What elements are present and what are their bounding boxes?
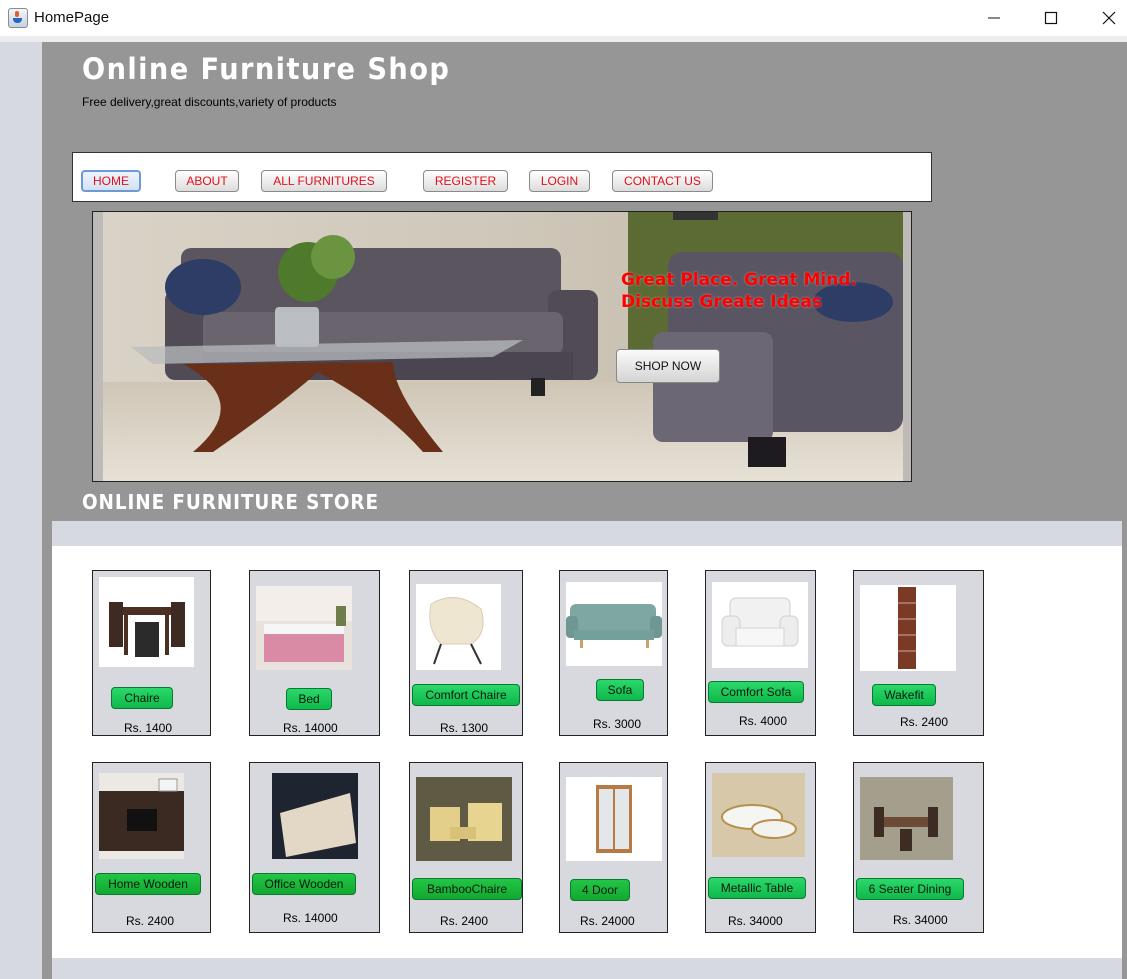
product-image-sofa [566,582,662,666]
product-card-4-door: 4 Door Rs. 24000 [559,762,668,933]
product-button-sofa[interactable]: Sofa [596,679,644,701]
product-image-4-door [566,777,662,861]
product-button-comfort-sofa[interactable]: Comfort Sofa [708,681,804,703]
armchair-icon [721,597,799,647]
product-price-comfort-chaire: Rs. 1300 [440,721,489,735]
product-image-comfort-sofa [712,582,808,668]
product-card-sofa: Sofa Rs. 3000 [559,570,668,736]
nav-login-button[interactable]: LOGIN [529,170,590,192]
shop-title: Online Furniture Shop [82,52,451,86]
sofa-icon [566,604,662,648]
dining-chairs-icon [109,602,185,657]
product-button-office-wooden[interactable]: Office Wooden [252,873,356,895]
close-icon [1102,11,1116,25]
product-price-bamboochaire: Rs. 2400 [440,914,489,928]
banner-line-2: Discuss Greate Ideas [621,292,822,312]
product-price-6-seater-dining: Rs. 34000 [893,913,948,927]
java-app-icon [8,8,28,28]
product-image-metallic-table [712,773,805,857]
product-price-office-wooden: Rs. 14000 [283,911,338,925]
nav-home-button[interactable]: HOME [81,170,141,192]
tv-unit-icon [99,778,184,851]
banner-headline: Great Place. Great Mind. Discuss Greate … [621,269,857,313]
nav-about-button[interactable]: ABOUT [175,170,239,192]
store-heading: ONLINE FURNITURE STORE [82,490,379,514]
product-price-sofa: Rs. 3000 [593,717,642,731]
nav-all-furnitures-button[interactable]: ALL FURNITURES [261,170,387,192]
product-image-bed [256,586,352,670]
product-card-bed: Bed Rs. 14000 [249,570,380,736]
maximize-icon [1044,11,1058,25]
living-room-image [93,212,911,481]
nav-contact-us-button[interactable]: CONTACT US [612,170,713,192]
product-card-metallic-table: Metallic Table Rs. 34000 [705,762,816,933]
nav-bar: HOME ABOUT ALL FURNITURES REGISTER LOGIN… [72,152,932,202]
product-button-4-door[interactable]: 4 Door [570,879,630,901]
product-price-bed: Rs. 14000 [283,721,338,735]
bookshelf-icon [898,587,916,669]
product-image-home-wooden [99,773,184,859]
product-button-wakefit[interactable]: Wakefit [872,684,936,706]
product-card-home-wooden: Home Wooden Rs. 2400 [92,762,211,933]
product-card-comfort-sofa: Comfort Sofa Rs. 4000 [705,570,816,736]
product-button-comfort-chaire[interactable]: Comfort Chaire [412,684,520,706]
product-image-bamboochaire [416,777,512,861]
window-titlebar: HomePage [0,0,1127,36]
nav-register-button[interactable]: REGISTER [423,170,508,192]
wardrobe-icon [596,785,632,853]
product-button-home-wooden[interactable]: Home Wooden [95,873,201,895]
conference-table-icon [280,793,356,857]
product-button-6-seater-dining[interactable]: 6 Seater Dining [856,878,964,900]
shop-subtitle: Free delivery,great discounts,variety of… [82,95,337,109]
product-card-office-wooden: Office Wooden Rs. 14000 [249,762,380,933]
product-price-4-door: Rs. 24000 [580,914,635,928]
hero-banner: Great Place. Great Mind. Discuss Greate … [92,211,912,482]
minimize-icon [988,17,1000,19]
product-price-metallic-table: Rs. 34000 [728,914,783,928]
window-title: HomePage [34,9,110,26]
close-button[interactable] [1080,0,1127,36]
product-card-comfort-chaire: Comfort Chaire Rs. 1300 [409,570,523,736]
product-price-comfort-sofa: Rs. 4000 [739,714,788,728]
product-button-chaire[interactable]: Chaire [111,687,173,709]
product-price-wakefit: Rs. 2400 [900,715,949,729]
shop-now-button[interactable]: SHOP NOW [616,349,720,383]
product-button-metallic-table[interactable]: Metallic Table [708,877,806,899]
product-card-bamboochaire: BambooChaire Rs. 2400 [409,762,523,933]
bamboo-furniture-icon [430,803,502,841]
bed-icon [256,586,352,662]
banner-line-1: Great Place. Great Mind. [621,270,857,290]
product-image-comfort-chaire [416,584,501,670]
minimize-button[interactable] [965,0,1023,36]
product-image-chaire [99,577,194,667]
product-card-wakefit: Wakefit Rs. 2400 [853,570,984,736]
product-image-office-wooden [272,773,358,859]
product-price-home-wooden: Rs. 2400 [126,914,175,928]
maximize-button[interactable] [1022,0,1080,36]
left-gutter [0,42,42,979]
product-button-bamboochaire[interactable]: BambooChaire [412,878,522,900]
product-image-6-seater-dining [860,777,953,860]
product-button-bed[interactable]: Bed [286,688,332,710]
lounge-chair-icon [429,597,484,665]
product-card-6-seater-dining: 6 Seater Dining Rs. 34000 [853,762,984,933]
product-card-chaire: Chaire Rs. 1400 [92,570,211,736]
nesting-tables-icon [721,804,797,839]
product-price-chaire: Rs. 1400 [124,721,173,735]
dining-set-icon [874,807,938,851]
product-image-wakefit [860,585,956,671]
